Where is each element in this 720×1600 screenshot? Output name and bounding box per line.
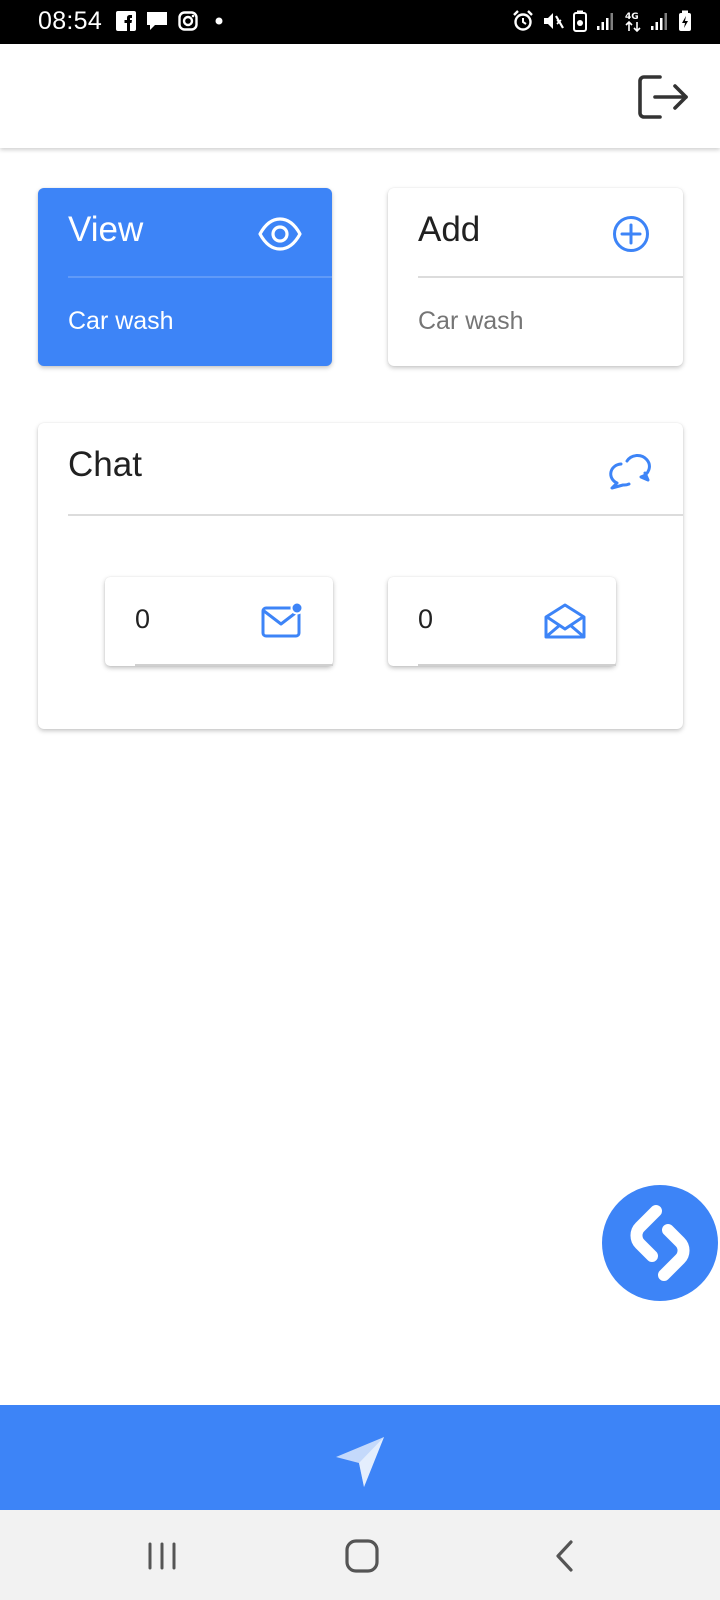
- view-card-subtitle: Car wash: [68, 307, 174, 335]
- mute-icon: [544, 13, 564, 29]
- dot-icon: [215, 17, 223, 25]
- chat-divider: [68, 514, 683, 516]
- recent-apps-icon[interactable]: [142, 1538, 182, 1574]
- bottom-app-bar: [0, 1405, 720, 1510]
- chat-card: Chat 0 0: [38, 423, 683, 729]
- status-bar: 08:54 4G: [0, 0, 720, 44]
- chat-title: Chat: [68, 445, 142, 484]
- mail-open-icon: [544, 603, 586, 639]
- unread-count: 0: [135, 604, 151, 634]
- read-card-underline: [418, 664, 616, 666]
- signal-icon: [597, 13, 613, 30]
- message-icon: [147, 12, 167, 30]
- facebook-icon: [116, 11, 136, 31]
- app-bar: [0, 44, 720, 148]
- shazam-floating-button[interactable]: [602, 1185, 718, 1301]
- unread-card-underline: [135, 664, 333, 666]
- unread-messages-card[interactable]: 0: [105, 577, 333, 666]
- status-time: 08:54: [38, 7, 103, 35]
- svg-text:4G: 4G: [625, 12, 639, 22]
- add-card-title: Add: [418, 210, 481, 249]
- system-navigation-bar: [0, 1510, 720, 1600]
- shazam-icon: [630, 1205, 690, 1281]
- instagram-icon: [178, 11, 198, 31]
- read-count: 0: [418, 604, 434, 634]
- status-right-icons: 4G: [512, 10, 692, 32]
- mail-unread-icon: [261, 602, 303, 638]
- logout-icon[interactable]: [638, 74, 690, 120]
- home-icon[interactable]: [342, 1538, 382, 1574]
- status-left-icons: [116, 11, 226, 31]
- read-messages-card[interactable]: 0: [388, 577, 616, 666]
- view-card-title: View: [68, 210, 144, 249]
- signal-icon: [651, 13, 667, 30]
- plus-circle-icon: [613, 216, 649, 252]
- eye-icon: [258, 217, 302, 251]
- add-card-divider: [418, 276, 683, 278]
- navigation-arrow-icon[interactable]: [334, 1435, 386, 1489]
- battery-saver-icon: [573, 10, 587, 32]
- add-car-wash-card[interactable]: Add Car wash: [388, 188, 683, 366]
- battery-icon: [679, 10, 691, 31]
- alarm-icon: [513, 10, 533, 31]
- view-car-wash-card[interactable]: View Car wash: [38, 188, 332, 366]
- chat-bubbles-icon[interactable]: [607, 447, 653, 491]
- 4g-icon: 4G: [625, 12, 641, 32]
- back-icon[interactable]: [546, 1538, 586, 1574]
- view-card-divider: [68, 276, 332, 278]
- add-card-subtitle: Car wash: [418, 307, 524, 335]
